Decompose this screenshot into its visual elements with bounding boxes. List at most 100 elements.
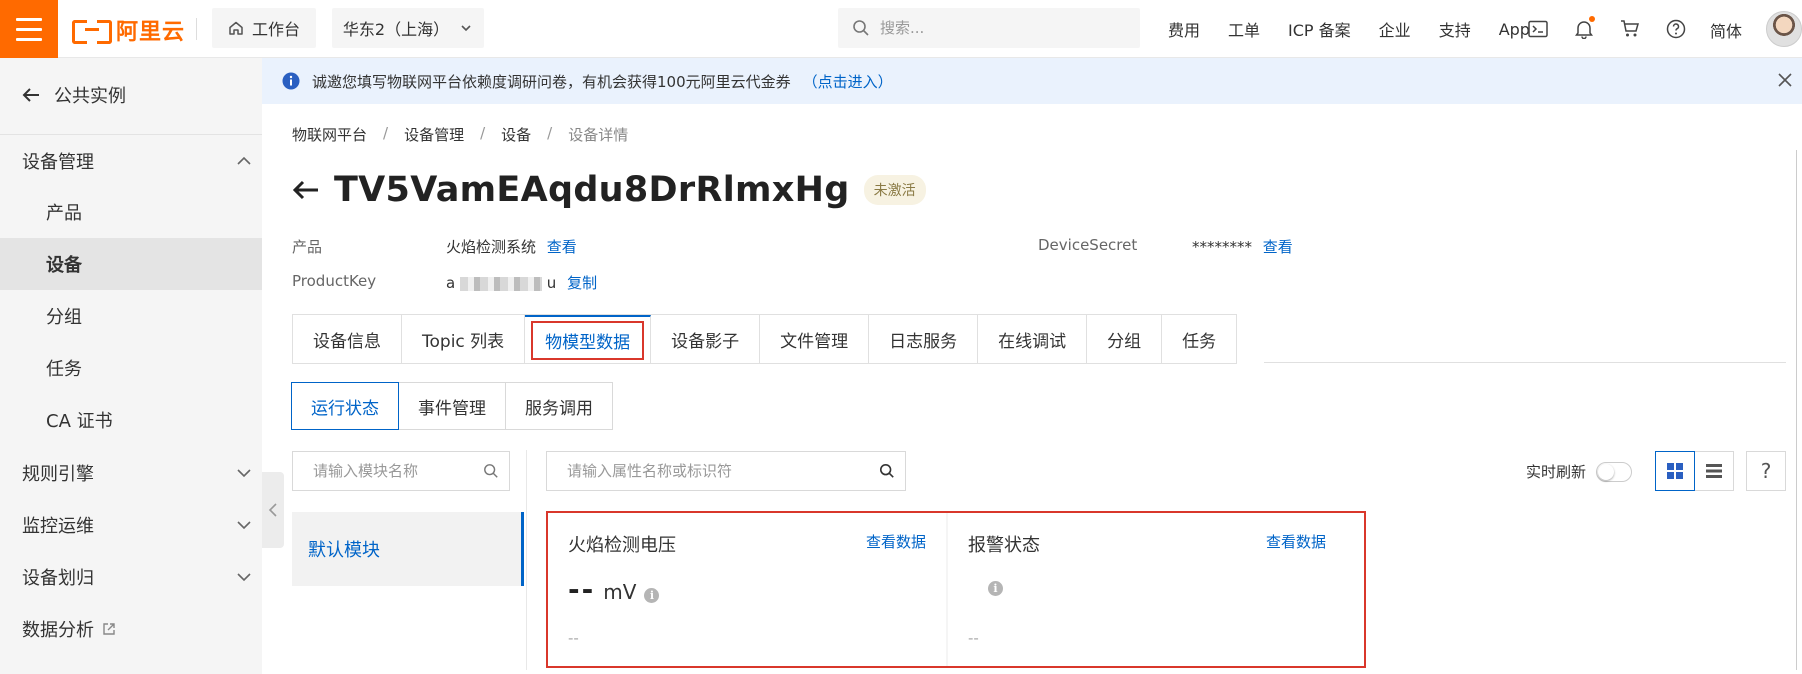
tab-jobs[interactable]: 任务 (1162, 315, 1236, 363)
workbench-button[interactable]: 工作台 (212, 8, 316, 48)
aliyun-logo[interactable]: 阿里云 (72, 14, 185, 46)
sidebar-group-device-assign[interactable]: 设备划归 (22, 564, 252, 590)
breadcrumb-device-mgmt[interactable]: 设备管理 (404, 124, 464, 145)
property-value-unit: mV (603, 580, 637, 604)
realtime-label: 实时刷新 (1526, 463, 1587, 481)
nav-link-fees[interactable]: 费用 (1168, 17, 1200, 41)
page-title: TV5VamEAqdu8DrRlmxHg (334, 170, 850, 210)
tab-log-service[interactable]: 日志服务 (869, 315, 979, 363)
subtab-running-status[interactable]: 运行状态 (291, 382, 399, 430)
back-arrow-icon[interactable] (292, 179, 320, 201)
search-input[interactable] (880, 19, 1120, 37)
productkey-prefix: a (446, 274, 456, 292)
module-search[interactable] (292, 451, 510, 491)
sidebar-item-label: 分组 (46, 307, 82, 328)
chevron-down-icon (461, 25, 471, 32)
view-mode-switch (1655, 451, 1734, 491)
sidebar-group-label: 数据分析 (22, 620, 94, 641)
tab-label: 在线调试 (998, 331, 1067, 352)
chevron-up-icon (237, 156, 251, 165)
module-search-input[interactable] (313, 462, 473, 480)
productkey-copy-link[interactable]: 复制 (567, 274, 597, 292)
help-button[interactable]: ? (1746, 451, 1786, 491)
tab-online-debug[interactable]: 在线调试 (978, 315, 1088, 363)
tab-label: 文件管理 (780, 331, 849, 352)
divider (526, 450, 527, 670)
property-cards: 火焰检测电压 查看数据 -- mV i -- 报警状态 查看数据 i -- (546, 511, 1366, 668)
close-icon[interactable] (1776, 71, 1794, 89)
notice-banner: 诚邀您填写物联网平台依赖度调研问卷，有机会获得100元阿里云代金券 （点击进入） (262, 58, 1802, 104)
cart-icon[interactable] (1618, 17, 1642, 41)
breadcrumb: 物联网平台 / 设备管理 / 设备 / 设备详情 (292, 124, 628, 145)
sidebar-item-label: CA 证书 (46, 411, 113, 432)
sidebar-item-data-analysis[interactable]: 数据分析 (22, 616, 252, 642)
list-view-button[interactable] (1694, 451, 1734, 491)
device-secret-value: ******** (1192, 238, 1252, 256)
global-search[interactable] (838, 8, 1140, 48)
subtab-event-mgmt[interactable]: 事件管理 (398, 382, 506, 430)
secret-info-label: DeviceSecret (1038, 236, 1137, 254)
nav-link-support[interactable]: 支持 (1439, 17, 1471, 41)
module-item-label: 默认模块 (308, 540, 380, 561)
aliyun-logo-icon (72, 18, 112, 44)
subtab-service-invoke[interactable]: 服务调用 (505, 382, 613, 430)
sidebar-item-devices[interactable]: 设备 (0, 238, 262, 290)
search-icon[interactable] (879, 463, 895, 479)
realtime-toggle[interactable] (1596, 461, 1633, 482)
tab-label: 设备信息 (313, 331, 381, 352)
view-data-link[interactable]: 查看数据 (1266, 531, 1326, 552)
breadcrumb-separator: / (480, 124, 486, 142)
productkey-info-label: ProductKey (292, 272, 376, 290)
divider (1264, 362, 1786, 363)
tab-groups[interactable]: 分组 (1087, 315, 1163, 363)
top-nav-links: 费用 工单 ICP 备案 企业 支持 App (1168, 0, 1558, 58)
nav-link-tickets[interactable]: 工单 (1228, 17, 1260, 41)
breadcrumb-separator: / (547, 124, 553, 142)
nav-link-icp[interactable]: ICP 备案 (1288, 17, 1351, 41)
language-switch[interactable]: 简体 (1710, 18, 1742, 42)
back-to-instance[interactable]: 公共实例 (22, 82, 126, 108)
subtab-label: 事件管理 (418, 398, 486, 419)
product-view-link[interactable]: 查看 (547, 238, 577, 256)
sidebar-collapse-button[interactable] (262, 472, 284, 548)
sidebar-item-products[interactable]: 产品 (0, 186, 262, 238)
breadcrumb-devices[interactable]: 设备 (501, 124, 531, 145)
tab-thing-model-data[interactable]: 物模型数据 (525, 315, 652, 363)
tab-device-shadow[interactable]: 设备影子 (651, 315, 761, 363)
sidebar-group-monitor[interactable]: 监控运维 (22, 512, 252, 538)
property-search-input[interactable] (567, 462, 867, 480)
grid-icon (1667, 463, 1683, 479)
sidebar-item-jobs[interactable]: 任务 (0, 342, 262, 394)
view-data-link[interactable]: 查看数据 (866, 531, 926, 552)
sidebar-group-label: 设备管理 (22, 152, 94, 173)
info-icon[interactable]: i (644, 588, 660, 603)
breadcrumb-iot-platform[interactable]: 物联网平台 (292, 124, 367, 145)
breadcrumb-separator: / (383, 124, 389, 142)
hamburger-menu-button[interactable] (0, 0, 58, 58)
sidebar-group-rules[interactable]: 规则引擎 (22, 460, 252, 486)
region-selector[interactable]: 华东2（上海） (332, 8, 484, 48)
product-info-value: 火焰检测系统 查看 (446, 236, 577, 257)
property-card-flame-voltage: 火焰检测电压 查看数据 -- mV i -- (548, 513, 948, 666)
sidebar-item-label: 产品 (46, 203, 82, 224)
bell-icon[interactable] (1572, 16, 1596, 41)
property-search[interactable] (546, 451, 906, 491)
sidebar-item-groups[interactable]: 分组 (0, 290, 262, 342)
grid-view-button[interactable] (1655, 451, 1695, 491)
nav-link-enterprise[interactable]: 企业 (1379, 17, 1411, 41)
help-icon[interactable] (1664, 17, 1688, 41)
tab-device-info[interactable]: 设备信息 (293, 315, 402, 363)
device-secret-view-link[interactable]: 查看 (1263, 238, 1293, 256)
tab-topic-list[interactable]: Topic 列表 (402, 315, 526, 363)
info-icon[interactable]: i (988, 581, 1003, 596)
terminal-icon[interactable] (1526, 17, 1550, 41)
tab-file-mgmt[interactable]: 文件管理 (760, 315, 870, 363)
module-item-default[interactable]: 默认模块 (292, 512, 524, 586)
avatar[interactable] (1766, 11, 1802, 47)
notice-link[interactable]: （点击进入） (803, 71, 893, 92)
logo-text: 阿里云 (116, 20, 186, 45)
search-icon[interactable] (483, 463, 499, 479)
product-value: 火焰检测系统 (446, 238, 537, 256)
sidebar-item-ca-cert[interactable]: CA 证书 (0, 394, 262, 446)
sidebar-group-device-mgmt[interactable]: 设备管理 (22, 148, 252, 174)
